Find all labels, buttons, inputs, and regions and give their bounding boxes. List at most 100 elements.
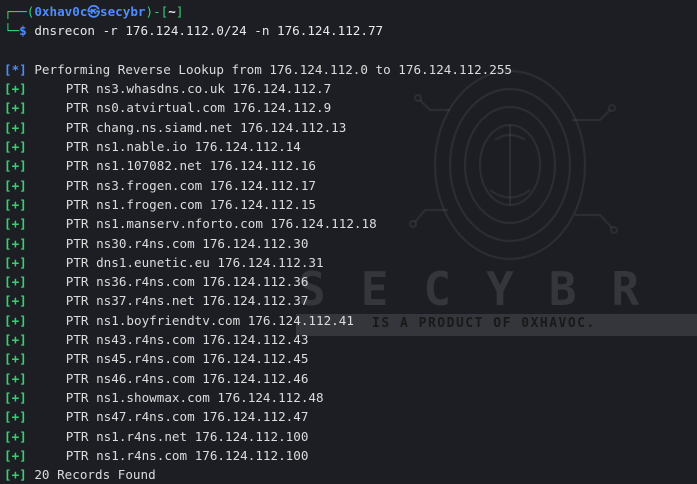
record-ip: 176.124.112.18 — [270, 216, 377, 232]
list-item: [+] PTR ns0.atvirtual.com 176.124.112.9 — [4, 98, 512, 117]
record-host: ns36.r4ns.com — [96, 274, 195, 290]
record-tag: [+] — [4, 177, 27, 193]
record-host: ns30.r4ns.com — [96, 235, 195, 251]
prompt-open: ┌──( — [4, 4, 35, 19]
record-ip: 176.124.112.43 — [202, 332, 309, 348]
record-type: PTR — [65, 158, 89, 174]
list-item: [+] PTR dns1.eunetic.eu 176.124.112.31 — [4, 253, 512, 272]
record-host: dns1.eunetic.eu — [96, 254, 210, 270]
info-text: Performing Reverse Lookup from 176.124.1… — [34, 61, 513, 77]
list-item: [+] PTR ns1.nable.io 176.124.112.14 — [4, 137, 512, 156]
info-tag: [*] — [4, 61, 27, 77]
record-type: PTR — [65, 409, 89, 425]
prompt-close: ] — [175, 4, 184, 19]
record-tag: [+] — [4, 158, 27, 174]
record-type: PTR — [65, 428, 89, 444]
list-item: [+] PTR ns3.whasdns.co.uk 176.124.112.7 — [4, 79, 512, 98]
record-ip: 176.124.112.30 — [202, 235, 309, 251]
summary-text: 20 Records Found — [34, 467, 156, 483]
record-host: ns1.r4ns.com — [96, 447, 188, 463]
terminal-output[interactable]: ┌──(0xhav0c㉿secybr)-[~] └─$ dnsrecon -r … — [4, 2, 512, 484]
list-item: [+] PTR ns1.boyfriendtv.com 176.124.112.4… — [4, 311, 512, 330]
prompt-line: ┌──(0xhav0c㉿secybr)-[~] — [4, 2, 512, 21]
info-line: [*] Performing Reverse Lookup from 176.1… — [4, 60, 512, 79]
prompt-second-prefix: └─ — [4, 23, 20, 39]
record-ip: 176.124.112.47 — [202, 409, 309, 425]
records-list: [+] PTR ns3.whasdns.co.uk 176.124.112.7 [+… — [4, 79, 512, 465]
summary-tag: [+] — [4, 467, 27, 483]
record-ip: 176.124.112.100 — [194, 428, 309, 444]
record-type: PTR — [65, 196, 89, 212]
prompt-dollar: $ — [19, 23, 27, 39]
list-item: [+] PTR ns1.manserv.nforto.com 176.124.11… — [4, 214, 512, 233]
record-host: ns1.nable.io — [96, 139, 188, 155]
record-type: PTR — [65, 312, 89, 328]
record-tag: [+] — [4, 100, 27, 116]
record-host: chang.ns.siamd.net — [96, 119, 233, 135]
list-item: [+] PTR ns30.r4ns.com 176.124.112.30 — [4, 234, 512, 253]
record-ip: 176.124.112.15 — [209, 196, 316, 212]
record-host: ns1.showmax.com — [96, 389, 210, 405]
record-ip: 176.124.112.41 — [247, 312, 354, 328]
record-tag: [+] — [4, 254, 27, 270]
record-tag: [+] — [4, 409, 27, 425]
summary-line: [+] 20 Records Found — [4, 465, 512, 484]
list-item: [+] PTR ns1.frogen.com 176.124.112.15 — [4, 195, 512, 214]
list-item: [+] PTR ns47.r4ns.com 176.124.112.47 — [4, 407, 512, 426]
record-type: PTR — [65, 351, 89, 367]
list-item: [+] PTR ns36.r4ns.com 176.124.112.36 — [4, 272, 512, 291]
record-type: PTR — [65, 332, 89, 348]
record-ip: 176.124.112.16 — [209, 158, 316, 174]
record-type: PTR — [65, 274, 89, 290]
list-item: [+] PTR ns46.r4ns.com 176.124.112.46 — [4, 369, 512, 388]
record-tag: [+] — [4, 293, 27, 309]
record-ip: 176.124.112.7 — [232, 81, 332, 97]
record-type: PTR — [65, 177, 89, 193]
record-tag: [+] — [4, 139, 27, 155]
record-tag: [+] — [4, 428, 27, 444]
record-tag: [+] — [4, 119, 27, 135]
record-tag: [+] — [4, 196, 27, 212]
record-type: PTR — [65, 254, 89, 270]
record-type: PTR — [65, 119, 89, 135]
record-tag: [+] — [4, 216, 27, 232]
list-item: [+] PTR ns43.r4ns.com 176.124.112.43 — [4, 330, 512, 349]
record-ip: 176.124.112.46 — [202, 370, 309, 386]
record-host: ns3.whasdns.co.uk — [96, 81, 225, 97]
list-item: [+] PTR ns37.r4ns.net 176.124.112.37 — [4, 291, 512, 310]
record-host: ns1.frogen.com — [96, 196, 203, 212]
record-type: PTR — [65, 293, 89, 309]
list-item: [+] PTR ns1.107082.net 176.124.112.16 — [4, 156, 512, 175]
record-host: ns43.r4ns.com — [96, 332, 195, 348]
record-type: PTR — [65, 139, 89, 155]
list-item: [+] PTR ns1.r4ns.com 176.124.112.100 — [4, 446, 512, 465]
list-item: [+] PTR ns45.r4ns.com 176.124.112.45 — [4, 349, 512, 368]
record-type: PTR — [65, 216, 89, 232]
record-ip: 176.124.112.13 — [240, 119, 347, 135]
record-host: ns1.manserv.nforto.com — [96, 216, 263, 232]
record-ip: 176.124.112.48 — [217, 389, 324, 405]
record-ip: 176.124.112.14 — [194, 139, 301, 155]
record-ip: 176.124.112.37 — [202, 293, 309, 309]
record-host: ns1.boyfriendtv.com — [96, 312, 241, 328]
record-ip: 176.124.112.17 — [209, 177, 316, 193]
record-host: ns1.r4ns.net — [96, 428, 188, 444]
record-ip: 176.124.112.36 — [202, 274, 309, 290]
record-ip: 176.124.112.45 — [202, 351, 309, 367]
record-tag: [+] — [4, 274, 27, 290]
record-host: ns37.r4ns.net — [96, 293, 195, 309]
prompt-mid: )-[ — [145, 4, 169, 19]
record-type: PTR — [65, 389, 89, 405]
record-host: ns46.r4ns.com — [96, 370, 195, 386]
record-host: ns3.frogen.com — [96, 177, 203, 193]
record-host: ns45.r4ns.com — [96, 351, 195, 367]
prompt-cwd: ~ — [168, 4, 176, 19]
record-ip: 176.124.112.9 — [232, 100, 332, 116]
record-type: PTR — [65, 100, 89, 116]
list-item: [+] PTR ns1.r4ns.net 176.124.112.100 — [4, 427, 512, 446]
list-item: [+] PTR ns1.showmax.com 176.124.112.48 — [4, 388, 512, 407]
record-type: PTR — [65, 81, 89, 97]
record-host: ns0.atvirtual.com — [96, 100, 225, 116]
record-tag: [+] — [4, 389, 27, 405]
